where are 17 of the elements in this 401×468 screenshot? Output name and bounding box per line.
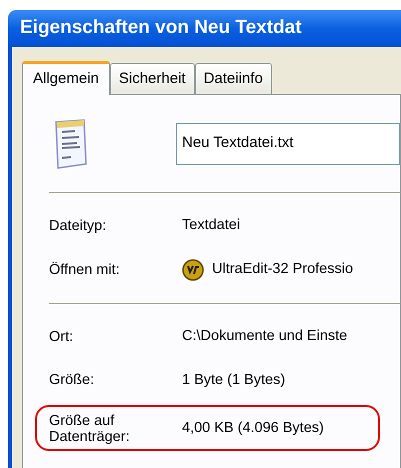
property-value: 4,00 KB (4.096 Bytes): [182, 419, 324, 438]
property-label: Dateityp:: [49, 218, 108, 234]
property-value: Textdatei: [182, 216, 240, 235]
property-label: Ort:: [49, 328, 74, 345]
property-label: Größe auf Datenträger:: [49, 413, 131, 446]
property-label: Größe:: [49, 372, 96, 388]
property-value: C:\Dokumente und Einste: [182, 326, 348, 346]
tab[interactable]: Sicherheit: [110, 63, 195, 94]
tab[interactable]: Dateiinfo: [194, 63, 272, 94]
property-label: Öffnen mit:: [49, 262, 121, 278]
app-logo-icon: [182, 258, 204, 281]
property-value: UltraEdit-32 Professio: [212, 260, 354, 279]
tab[interactable]: Allgemein: [22, 61, 110, 95]
text-document-icon: [53, 118, 89, 170]
property-value: 1 Byte (1 Bytes): [182, 370, 286, 390]
file-name-field[interactable]: Neu Textdatei.txt: [176, 122, 400, 164]
window-title: Eigenschaften von Neu Textdat: [20, 16, 302, 40]
